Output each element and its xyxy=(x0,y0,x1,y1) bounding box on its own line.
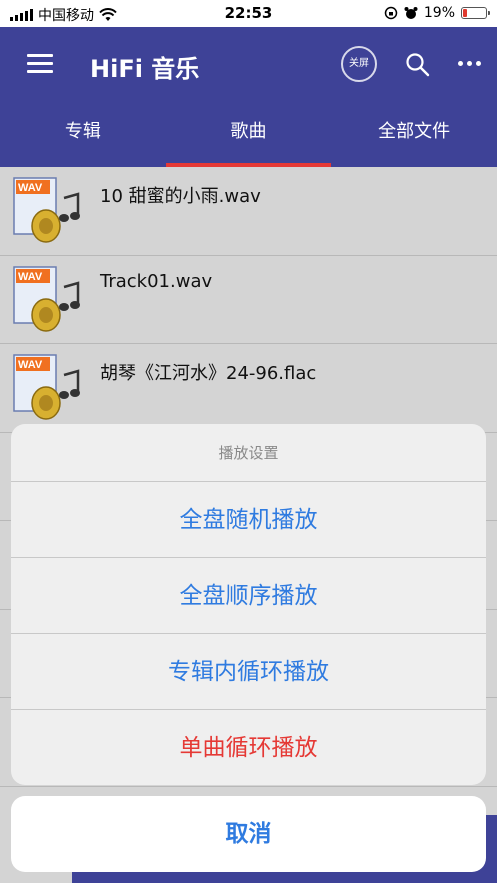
alarm-icon xyxy=(404,7,418,19)
song-list-item[interactable]: WAV 胡琴《江河水》24-96.flac xyxy=(0,344,497,433)
battery-percent: 19% xyxy=(423,5,455,21)
app-title: HiFi 音乐 xyxy=(90,55,200,83)
sequential-all-option[interactable]: 全盘顺序播放 xyxy=(11,558,486,634)
svg-text:WAV: WAV xyxy=(18,359,43,371)
album-loop-option[interactable]: 专辑内循环播放 xyxy=(11,634,486,710)
shuffle-all-option[interactable]: 全盘随机播放 xyxy=(11,482,486,558)
song-title: Track01.wav xyxy=(100,270,213,292)
more-options-icon[interactable] xyxy=(458,61,481,66)
svg-text:WAV: WAV xyxy=(18,182,43,194)
song-title: 10 甜蜜的小雨.wav xyxy=(100,186,261,207)
single-loop-option[interactable]: 单曲循环播放 xyxy=(11,710,486,785)
song-list-item[interactable]: WAV 10 甜蜜的小雨.wav xyxy=(0,167,497,256)
action-sheet-title: 播放设置 xyxy=(11,424,486,482)
tab-all-files[interactable]: 全部文件 xyxy=(331,103,497,167)
search-icon[interactable] xyxy=(404,51,432,79)
play-settings-action-sheet: 播放设置 全盘随机播放 全盘顺序播放 专辑内循环播放 单曲循环播放 xyxy=(11,424,486,785)
audio-file-icon: WAV xyxy=(13,354,80,420)
cancel-button[interactable]: 取消 xyxy=(11,796,486,872)
tab-bar: 专辑 歌曲 全部文件 xyxy=(0,103,497,167)
tab-albums[interactable]: 专辑 xyxy=(0,103,166,167)
hamburger-menu-icon[interactable] xyxy=(27,54,53,74)
rotation-lock-icon xyxy=(384,6,398,20)
tab-songs[interactable]: 歌曲 xyxy=(165,103,332,167)
battery-icon xyxy=(461,7,490,19)
song-title: 胡琴《江河水》24-96.flac xyxy=(100,363,317,384)
app-header: HiFi 音乐 关屏 专辑 歌曲 全部文件 xyxy=(0,27,497,167)
svg-text:WAV: WAV xyxy=(18,271,43,283)
toolbar: HiFi 音乐 关屏 xyxy=(0,27,497,103)
status-right: 19% xyxy=(384,5,490,21)
audio-file-icon: WAV xyxy=(13,265,80,332)
audio-file-icon: WAV xyxy=(13,177,80,243)
status-bar: 中国移动 22:53 19% xyxy=(0,0,497,27)
song-list-item[interactable]: WAV Track01.wav xyxy=(0,255,497,344)
screen-off-button[interactable]: 关屏 xyxy=(341,46,377,82)
